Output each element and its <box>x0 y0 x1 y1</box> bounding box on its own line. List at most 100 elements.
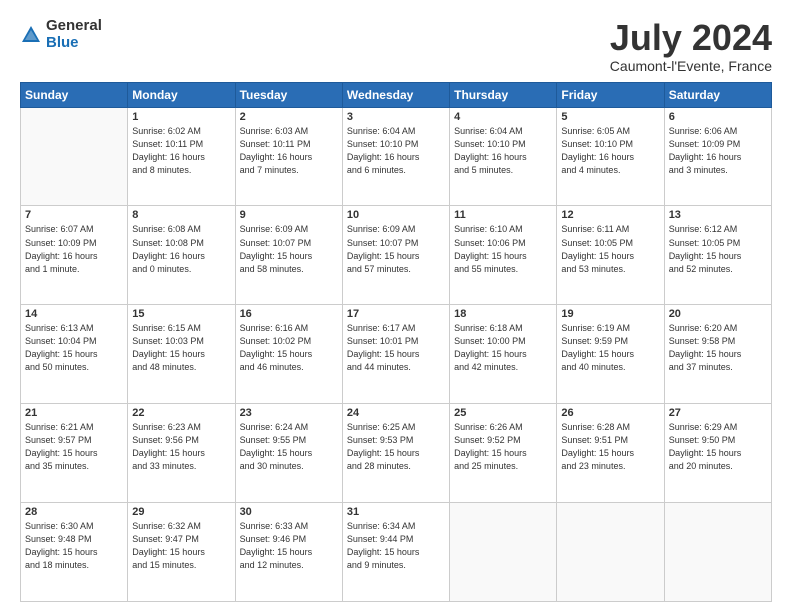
day-number: 29 <box>132 506 230 518</box>
day-info: Sunrise: 6:34 AM Sunset: 9:44 PM Dayligh… <box>347 520 445 572</box>
calendar-row: 21Sunrise: 6:21 AM Sunset: 9:57 PM Dayli… <box>21 404 772 503</box>
calendar-cell: 4 Sunrise: 6:04 AM Sunset: 10:10 PM Dayli… <box>450 107 557 206</box>
header: General Blue July 2024 Caumont-l'Evente,… <box>20 18 772 74</box>
calendar-header-cell: Tuesday <box>235 82 342 107</box>
calendar-cell: 16 Sunrise: 6:16 AM Sunset: 10:02 PM Dayl… <box>235 305 342 404</box>
day-info: Sunrise: 6:15 AM Sunset: 10:03 PM Daylig… <box>132 322 230 374</box>
day-number: 27 <box>669 407 767 419</box>
calendar-row: 28Sunrise: 6:30 AM Sunset: 9:48 PM Dayli… <box>21 503 772 602</box>
calendar-header-cell: Friday <box>557 82 664 107</box>
calendar-cell: 17Sunrise: 6:17 AM Sunset: 10:01 PM Dayl… <box>342 305 449 404</box>
calendar-header-cell: Monday <box>128 82 235 107</box>
day-info: Sunrise: 6:32 AM Sunset: 9:47 PM Dayligh… <box>132 520 230 572</box>
day-info: Sunrise: 6:29 AM Sunset: 9:50 PM Dayligh… <box>669 421 767 473</box>
day-number: 20 <box>669 308 767 320</box>
day-number: 9 <box>240 209 338 221</box>
day-number: 7 <box>25 209 123 221</box>
day-number: 17 <box>347 308 445 320</box>
calendar-cell: 27 Sunrise: 6:29 AM Sunset: 9:50 PM Dayli… <box>664 404 771 503</box>
day-info: Sunrise: 6:20 AM Sunset: 9:58 PM Dayligh… <box>669 322 767 374</box>
day-info: Sunrise: 6:09 AM Sunset: 10:07 PM Daylig… <box>240 223 338 275</box>
calendar-cell <box>557 503 664 602</box>
day-info: Sunrise: 6:02 AM Sunset: 10:11 PM Daylig… <box>132 125 230 177</box>
calendar-header-cell: Thursday <box>450 82 557 107</box>
day-number: 19 <box>561 308 659 320</box>
day-number: 24 <box>347 407 445 419</box>
day-number: 13 <box>669 209 767 221</box>
day-number: 8 <box>132 209 230 221</box>
calendar-cell: 30 Sunrise: 6:33 AM Sunset: 9:46 PM Dayli… <box>235 503 342 602</box>
day-info: Sunrise: 6:07 AM Sunset: 10:09 PM Daylig… <box>25 223 123 275</box>
calendar-cell: 7 Sunrise: 6:07 AM Sunset: 10:09 PM Dayli… <box>21 206 128 305</box>
day-number: 15 <box>132 308 230 320</box>
day-info: Sunrise: 6:12 AM Sunset: 10:05 PM Daylig… <box>669 223 767 275</box>
day-info: Sunrise: 6:09 AM Sunset: 10:07 PM Daylig… <box>347 223 445 275</box>
day-info: Sunrise: 6:10 AM Sunset: 10:06 PM Daylig… <box>454 223 552 275</box>
calendar-cell: 18 Sunrise: 6:18 AM Sunset: 10:00 PM Dayl… <box>450 305 557 404</box>
day-number: 5 <box>561 111 659 123</box>
logo-icon <box>20 24 42 46</box>
day-number: 10 <box>347 209 445 221</box>
calendar-table: SundayMondayTuesdayWednesdayThursdayFrid… <box>20 82 772 602</box>
day-number: 11 <box>454 209 552 221</box>
day-info: Sunrise: 6:25 AM Sunset: 9:53 PM Dayligh… <box>347 421 445 473</box>
day-number: 6 <box>669 111 767 123</box>
calendar-cell: 5Sunrise: 6:05 AM Sunset: 10:10 PM Dayli… <box>557 107 664 206</box>
calendar-cell: 13 Sunrise: 6:12 AM Sunset: 10:05 PM Dayl… <box>664 206 771 305</box>
logo-blue-text: Blue <box>46 35 102 52</box>
day-info: Sunrise: 6:13 AM Sunset: 10:04 PM Daylig… <box>25 322 123 374</box>
calendar-row: 1 Sunrise: 6:02 AM Sunset: 10:11 PM Dayli… <box>21 107 772 206</box>
calendar-header-cell: Saturday <box>664 82 771 107</box>
day-number: 2 <box>240 111 338 123</box>
calendar-cell: 14 Sunrise: 6:13 AM Sunset: 10:04 PM Dayl… <box>21 305 128 404</box>
calendar-row: 7 Sunrise: 6:07 AM Sunset: 10:09 PM Dayli… <box>21 206 772 305</box>
day-info: Sunrise: 6:18 AM Sunset: 10:00 PM Daylig… <box>454 322 552 374</box>
calendar-cell: 6 Sunrise: 6:06 AM Sunset: 10:09 PM Dayli… <box>664 107 771 206</box>
day-number: 22 <box>132 407 230 419</box>
day-info: Sunrise: 6:04 AM Sunset: 10:10 PM Daylig… <box>347 125 445 177</box>
calendar-cell: 8 Sunrise: 6:08 AM Sunset: 10:08 PM Dayli… <box>128 206 235 305</box>
day-info: Sunrise: 6:16 AM Sunset: 10:02 PM Daylig… <box>240 322 338 374</box>
day-info: Sunrise: 6:11 AM Sunset: 10:05 PM Daylig… <box>561 223 659 275</box>
day-number: 3 <box>347 111 445 123</box>
main-title: July 2024 <box>610 18 772 58</box>
day-number: 14 <box>25 308 123 320</box>
calendar-header-cell: Sunday <box>21 82 128 107</box>
calendar-cell: 21Sunrise: 6:21 AM Sunset: 9:57 PM Dayli… <box>21 404 128 503</box>
calendar-cell <box>450 503 557 602</box>
day-number: 16 <box>240 308 338 320</box>
day-info: Sunrise: 6:30 AM Sunset: 9:48 PM Dayligh… <box>25 520 123 572</box>
day-info: Sunrise: 6:28 AM Sunset: 9:51 PM Dayligh… <box>561 421 659 473</box>
day-number: 26 <box>561 407 659 419</box>
calendar-cell: 11 Sunrise: 6:10 AM Sunset: 10:06 PM Dayl… <box>450 206 557 305</box>
calendar-cell: 2 Sunrise: 6:03 AM Sunset: 10:11 PM Dayli… <box>235 107 342 206</box>
day-number: 1 <box>132 111 230 123</box>
day-number: 4 <box>454 111 552 123</box>
day-info: Sunrise: 6:26 AM Sunset: 9:52 PM Dayligh… <box>454 421 552 473</box>
day-info: Sunrise: 6:08 AM Sunset: 10:08 PM Daylig… <box>132 223 230 275</box>
calendar-cell: 15 Sunrise: 6:15 AM Sunset: 10:03 PM Dayl… <box>128 305 235 404</box>
day-info: Sunrise: 6:06 AM Sunset: 10:09 PM Daylig… <box>669 125 767 177</box>
day-info: Sunrise: 6:19 AM Sunset: 9:59 PM Dayligh… <box>561 322 659 374</box>
calendar-cell: 9 Sunrise: 6:09 AM Sunset: 10:07 PM Dayli… <box>235 206 342 305</box>
day-info: Sunrise: 6:24 AM Sunset: 9:55 PM Dayligh… <box>240 421 338 473</box>
day-info: Sunrise: 6:03 AM Sunset: 10:11 PM Daylig… <box>240 125 338 177</box>
calendar-cell: 23Sunrise: 6:24 AM Sunset: 9:55 PM Dayli… <box>235 404 342 503</box>
subtitle: Caumont-l'Evente, France <box>610 58 772 74</box>
day-number: 25 <box>454 407 552 419</box>
day-number: 18 <box>454 308 552 320</box>
page: General Blue July 2024 Caumont-l'Evente,… <box>0 0 792 612</box>
calendar-cell: 26 Sunrise: 6:28 AM Sunset: 9:51 PM Dayli… <box>557 404 664 503</box>
calendar-cell: 19 Sunrise: 6:19 AM Sunset: 9:59 PM Dayli… <box>557 305 664 404</box>
day-number: 21 <box>25 407 123 419</box>
calendar-cell: 3 Sunrise: 6:04 AM Sunset: 10:10 PM Dayli… <box>342 107 449 206</box>
calendar-cell: 20 Sunrise: 6:20 AM Sunset: 9:58 PM Dayli… <box>664 305 771 404</box>
calendar-cell: 1 Sunrise: 6:02 AM Sunset: 10:11 PM Dayli… <box>128 107 235 206</box>
calendar-cell: 29 Sunrise: 6:32 AM Sunset: 9:47 PM Dayli… <box>128 503 235 602</box>
logo-general-text: General <box>46 18 102 35</box>
calendar-cell <box>664 503 771 602</box>
day-number: 30 <box>240 506 338 518</box>
title-block: July 2024 Caumont-l'Evente, France <box>610 18 772 74</box>
day-info: Sunrise: 6:33 AM Sunset: 9:46 PM Dayligh… <box>240 520 338 572</box>
day-info: Sunrise: 6:04 AM Sunset: 10:10 PM Daylig… <box>454 125 552 177</box>
